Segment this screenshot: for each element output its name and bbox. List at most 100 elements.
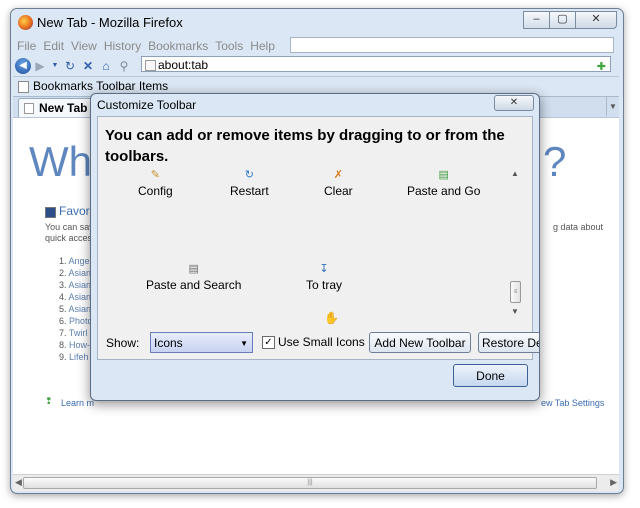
- scrollbar-thumb[interactable]: |||: [23, 477, 597, 489]
- list-link[interactable]: Asian: [69, 292, 92, 302]
- menu-edit[interactable]: Edit: [43, 39, 64, 53]
- tab-label: New Tab: [39, 101, 88, 115]
- palette-label: Clear: [324, 184, 353, 198]
- palette-item-paste-and-search[interactable]: ▤ Paste and Search: [146, 263, 241, 292]
- learn-more-link[interactable]: Learn m: [61, 398, 94, 408]
- show-select[interactable]: Icons ▼: [150, 332, 253, 353]
- dialog-body: You can add or remove items by dragging …: [97, 116, 539, 360]
- scroll-down-icon[interactable]: ▼: [508, 307, 522, 316]
- palette-item-config[interactable]: ✎ Config: [138, 169, 173, 198]
- close-button[interactable]: ✕: [575, 11, 617, 29]
- list-number: 4.: [59, 292, 67, 302]
- list-link[interactable]: Lifeh: [69, 352, 89, 362]
- customize-toolbar-dialog: Customize Toolbar ✕ You can add or remov…: [90, 93, 540, 401]
- search-icon[interactable]: ⚲: [117, 59, 131, 73]
- palette-item-restart[interactable]: ↻ Restart: [230, 169, 269, 198]
- palette-scrollbar-thumb[interactable]: ≡: [510, 281, 521, 303]
- list-item[interactable]: 1. Angel: [59, 255, 93, 267]
- toolbar-palette: ✎ Config ↻ Restart ✗ Clear ▤ Paste and G…: [98, 169, 510, 319]
- reload-icon[interactable]: ↻: [63, 59, 77, 73]
- dialog-options-row: Show: Icons ▼ ✓ Use Small Icons Add New …: [105, 332, 539, 354]
- favorites-icon: [45, 207, 56, 218]
- desc-right-fragment: g data about: [553, 222, 604, 232]
- menu-help[interactable]: Help: [250, 39, 275, 53]
- list-link[interactable]: Asian: [69, 304, 92, 314]
- tab-new-tab[interactable]: New Tab: [18, 98, 98, 117]
- back-arrow-icon[interactable]: ◀: [15, 58, 31, 74]
- list-item[interactable]: 4. Asian: [59, 291, 93, 303]
- menu-history[interactable]: History: [104, 39, 141, 53]
- url-text: about:tab: [158, 58, 209, 72]
- list-item[interactable]: 7. Twirl: [59, 327, 93, 339]
- scroll-right-icon[interactable]: ▶: [610, 477, 617, 488]
- horizontal-scrollbar[interactable]: ◀ ||| ▶: [13, 474, 619, 491]
- page-heading-end: ?: [543, 138, 567, 185]
- palette-item-to-tray[interactable]: ↧ To tray: [306, 263, 342, 292]
- menu-bar: File Edit View History Bookmarks Tools H…: [17, 37, 617, 55]
- hand-cursor-icon: ✋: [324, 311, 339, 325]
- list-number: 1.: [59, 256, 67, 266]
- navigation-toolbar: ◀ ▶ ▼ ↻ ✕ ⌂ ⚲ about:tab ✚: [15, 56, 619, 76]
- list-link[interactable]: Twirl: [69, 328, 88, 338]
- clear-icon: ✗: [333, 169, 343, 181]
- address-bar[interactable]: about:tab ✚: [141, 56, 611, 75]
- menu-bookmarks[interactable]: Bookmarks: [148, 39, 208, 53]
- dialog-title: Customize Toolbar: [97, 98, 197, 112]
- use-small-icons-label[interactable]: Use Small Icons: [278, 335, 365, 349]
- tab-list-dropdown-icon[interactable]: ▼: [606, 97, 619, 116]
- list-link[interactable]: Asian: [69, 268, 92, 278]
- menu-file[interactable]: File: [17, 39, 36, 53]
- home-icon[interactable]: ⌂: [99, 59, 113, 73]
- list-item[interactable]: 3. Asian: [59, 279, 93, 291]
- show-label: Show:: [106, 336, 140, 350]
- restart-icon: ↻: [244, 169, 254, 181]
- dialog-close-button[interactable]: ✕: [494, 95, 534, 111]
- window-controls: – ▢ ✕: [523, 11, 617, 29]
- minimize-button[interactable]: –: [523, 11, 550, 29]
- favorites-description: You can sav quick acces: [45, 222, 94, 244]
- scroll-left-icon[interactable]: ◀: [15, 477, 22, 488]
- list-item[interactable]: 5. Asian: [59, 303, 93, 315]
- palette-label: Config: [138, 184, 173, 198]
- bookmarks-toolbar-items[interactable]: Bookmarks Toolbar Items: [33, 79, 168, 93]
- palette-label: Restart: [230, 184, 269, 198]
- forward-arrow-icon[interactable]: ▶: [33, 59, 47, 73]
- bookmark-page-icon: [18, 81, 29, 93]
- palette-item-clear[interactable]: ✗ Clear: [324, 169, 353, 198]
- palette-label: Paste and Search: [146, 278, 242, 292]
- palette-label: Paste and Go: [407, 184, 481, 198]
- new-tab-settings-link[interactable]: ew Tab Settings: [541, 398, 604, 408]
- menu-tools[interactable]: Tools: [215, 39, 243, 53]
- list-link[interactable]: How-: [69, 340, 90, 350]
- maximize-button[interactable]: ▢: [549, 11, 576, 29]
- show-select-value: Icons: [154, 336, 183, 350]
- list-link[interactable]: Angel: [69, 256, 92, 266]
- paste-and-go-icon: ▤: [438, 169, 449, 181]
- menu-view[interactable]: View: [71, 39, 97, 53]
- list-item[interactable]: 8. How-: [59, 339, 93, 351]
- palette-item-paste-and-go[interactable]: ▤ Paste and Go: [407, 169, 480, 198]
- palette-scrollbar[interactable]: ▲ ≡ ▼: [508, 169, 522, 319]
- use-small-icons-checkbox[interactable]: ✓: [262, 336, 275, 349]
- restore-default-set-button[interactable]: Restore De: [478, 332, 539, 353]
- desc-line: quick acces: [45, 233, 93, 243]
- done-button[interactable]: Done: [453, 364, 528, 387]
- list-number: 6.: [59, 316, 67, 326]
- puzzle-icon[interactable]: ✚: [597, 59, 606, 75]
- scroll-up-icon[interactable]: ▲: [508, 169, 522, 178]
- list-item[interactable]: 9. Lifeh: [59, 351, 93, 363]
- list-link[interactable]: Asian: [69, 280, 92, 290]
- history-dropdown-icon[interactable]: ▼: [51, 59, 59, 73]
- dialog-instructions: You can add or remove items by dragging …: [105, 127, 505, 165]
- list-number: 3.: [59, 280, 67, 290]
- desc-line: You can sav: [45, 222, 94, 232]
- paste-and-search-icon: ▤: [188, 263, 199, 275]
- list-item[interactable]: 2. Asian: [59, 267, 93, 279]
- list-item[interactable]: 6. Photo: [59, 315, 93, 327]
- chevron-down-icon: ▼: [240, 339, 248, 348]
- add-new-toolbar-button[interactable]: Add New Toolbar: [369, 332, 471, 353]
- search-box[interactable]: [290, 37, 614, 53]
- list-number: 5.: [59, 304, 67, 314]
- config-icon: ✎: [150, 169, 160, 181]
- stop-icon[interactable]: ✕: [81, 59, 95, 73]
